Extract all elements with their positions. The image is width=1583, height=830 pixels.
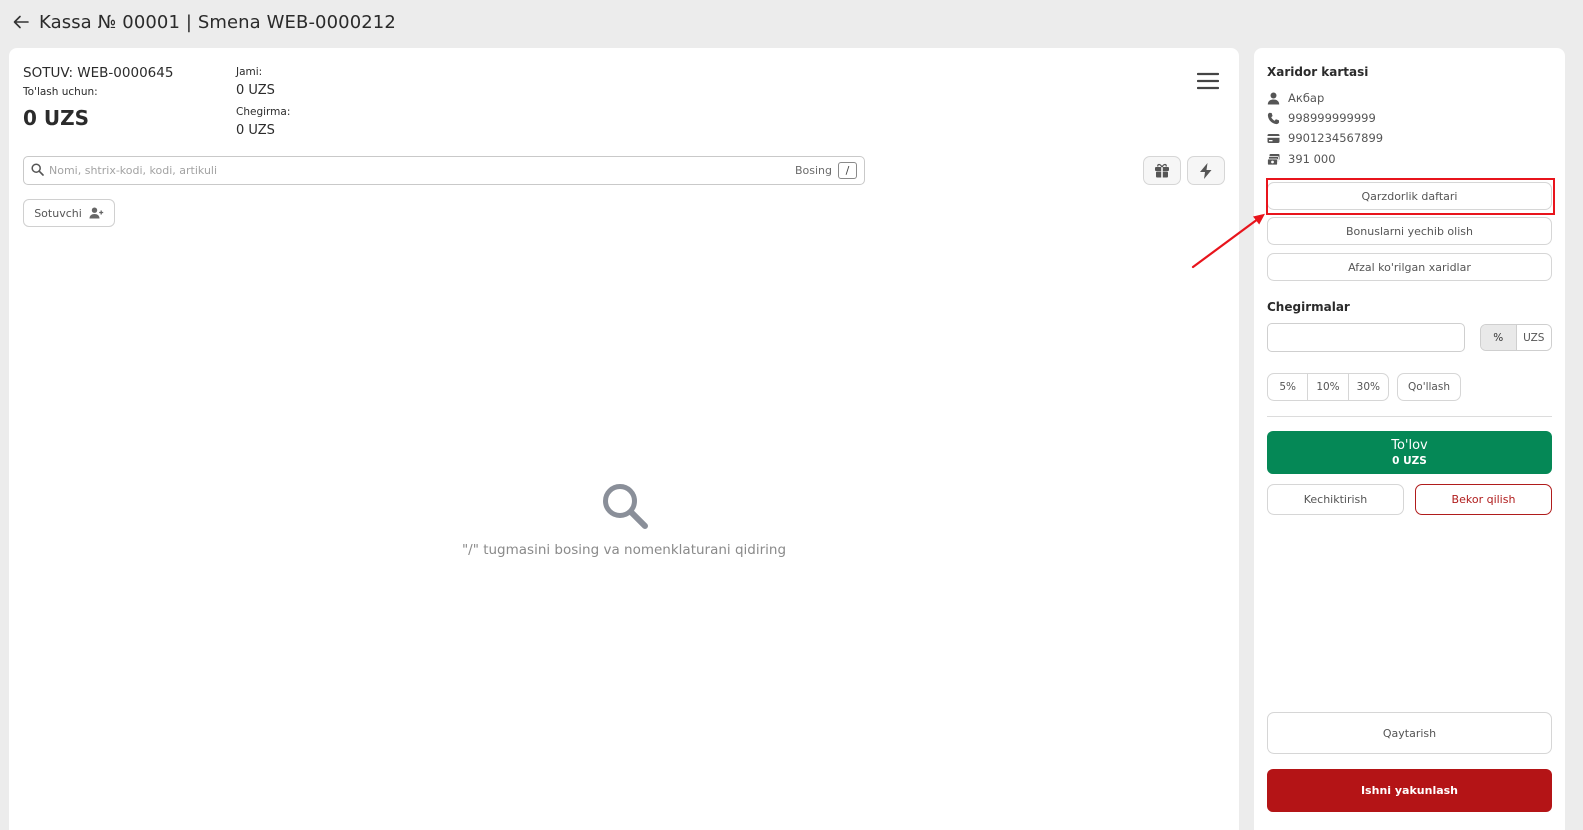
discounts-title: Chegirmalar <box>1267 300 1350 314</box>
top-header: Kassa № 00001 | Smena WEB-0000212 <box>0 0 1583 44</box>
withdraw-bonus-button[interactable]: Bonuslarni yechib olish <box>1267 217 1552 245</box>
cash-stack-icon <box>1267 153 1280 165</box>
add-user-icon <box>89 207 103 219</box>
search-empty-icon <box>601 482 649 530</box>
defer-button[interactable]: Kechiktirish <box>1267 484 1404 515</box>
phone-icon <box>1267 112 1280 124</box>
lightning-icon <box>1200 162 1212 179</box>
customer-phone-row: 998999999999 <box>1267 111 1376 125</box>
seller-button-label: Sotuvchi <box>34 206 82 220</box>
pay-amount: 0 UZS <box>23 106 90 130</box>
product-search[interactable]: Bosing / <box>23 156 865 185</box>
apply-discount-button[interactable]: Qo'llash <box>1397 373 1461 401</box>
total-value: 0 UZS <box>236 83 275 98</box>
customer-panel: Xaridor kartasi Акбар 998999999999 99012… <box>1254 48 1565 830</box>
search-hint: Bosing <box>794 164 832 177</box>
customer-card-title: Xaridor kartasi <box>1267 65 1369 79</box>
search-icon <box>31 161 44 180</box>
quick-action-button[interactable] <box>1187 156 1225 185</box>
user-icon <box>1267 92 1280 104</box>
finish-shift-button[interactable]: Ishni yakunlash <box>1267 769 1552 812</box>
customer-name: Акбар <box>1288 91 1325 105</box>
payment-button-amount: 0 UZS <box>1392 455 1427 467</box>
divider <box>1267 416 1552 417</box>
back-arrow-icon[interactable] <box>12 13 30 31</box>
discount-label: Chegirma: <box>236 106 291 118</box>
pay-label: To'lash uchun: <box>23 86 98 98</box>
page-title: Kassa № 00001 | Smena WEB-0000212 <box>39 11 396 33</box>
customer-phone: 998999999999 <box>1288 111 1376 125</box>
preset-30-button[interactable]: 30% <box>1349 374 1388 400</box>
return-button[interactable]: Qaytarish <box>1267 712 1552 754</box>
payment-button[interactable]: To'lov 0 UZS <box>1267 431 1552 474</box>
preset-5-button[interactable]: 5% <box>1268 374 1309 400</box>
sale-panel: SOTUV: WEB-0000645 To'lash uchun: 0 UZS … <box>9 48 1239 830</box>
customer-card-number: 9901234567899 <box>1288 131 1384 145</box>
sale-id: SOTUV: WEB-0000645 <box>23 65 174 81</box>
payment-button-label: To'lov <box>1391 438 1428 453</box>
customer-balance: 391 000 <box>1288 152 1336 166</box>
preset-10-button[interactable]: 10% <box>1308 374 1349 400</box>
credit-card-icon <box>1267 133 1280 143</box>
hamburger-menu-icon[interactable] <box>1196 72 1220 90</box>
debt-book-button[interactable]: Qarzdorlik daftari <box>1267 182 1552 210</box>
discount-value: 0 UZS <box>236 123 275 138</box>
total-label: Jami: <box>236 66 263 78</box>
gift-icon <box>1155 163 1169 178</box>
cancel-button[interactable]: Bekor qilish <box>1415 484 1552 515</box>
discount-presets: 5% 10% 30% <box>1267 373 1389 401</box>
shortcut-key-badge: / <box>838 162 857 179</box>
discount-unit-toggle: % UZS <box>1480 324 1552 351</box>
favorite-purchases-button[interactable]: Afzal ko'rilgan xaridlar <box>1267 253 1552 281</box>
customer-balance-row: 391 000 <box>1267 152 1336 166</box>
customer-name-row: Акбар <box>1267 91 1324 105</box>
search-input[interactable] <box>49 158 795 183</box>
discount-input[interactable] <box>1267 323 1465 352</box>
seller-button[interactable]: Sotuvchi <box>23 199 115 227</box>
unit-percent-button[interactable]: % <box>1481 325 1517 350</box>
empty-state-text: "/" tugmasini bosing va nomenklaturani q… <box>461 542 787 558</box>
customer-card-row: 9901234567899 <box>1267 131 1383 145</box>
gift-button[interactable] <box>1143 156 1181 185</box>
unit-currency-button[interactable]: UZS <box>1516 325 1551 350</box>
